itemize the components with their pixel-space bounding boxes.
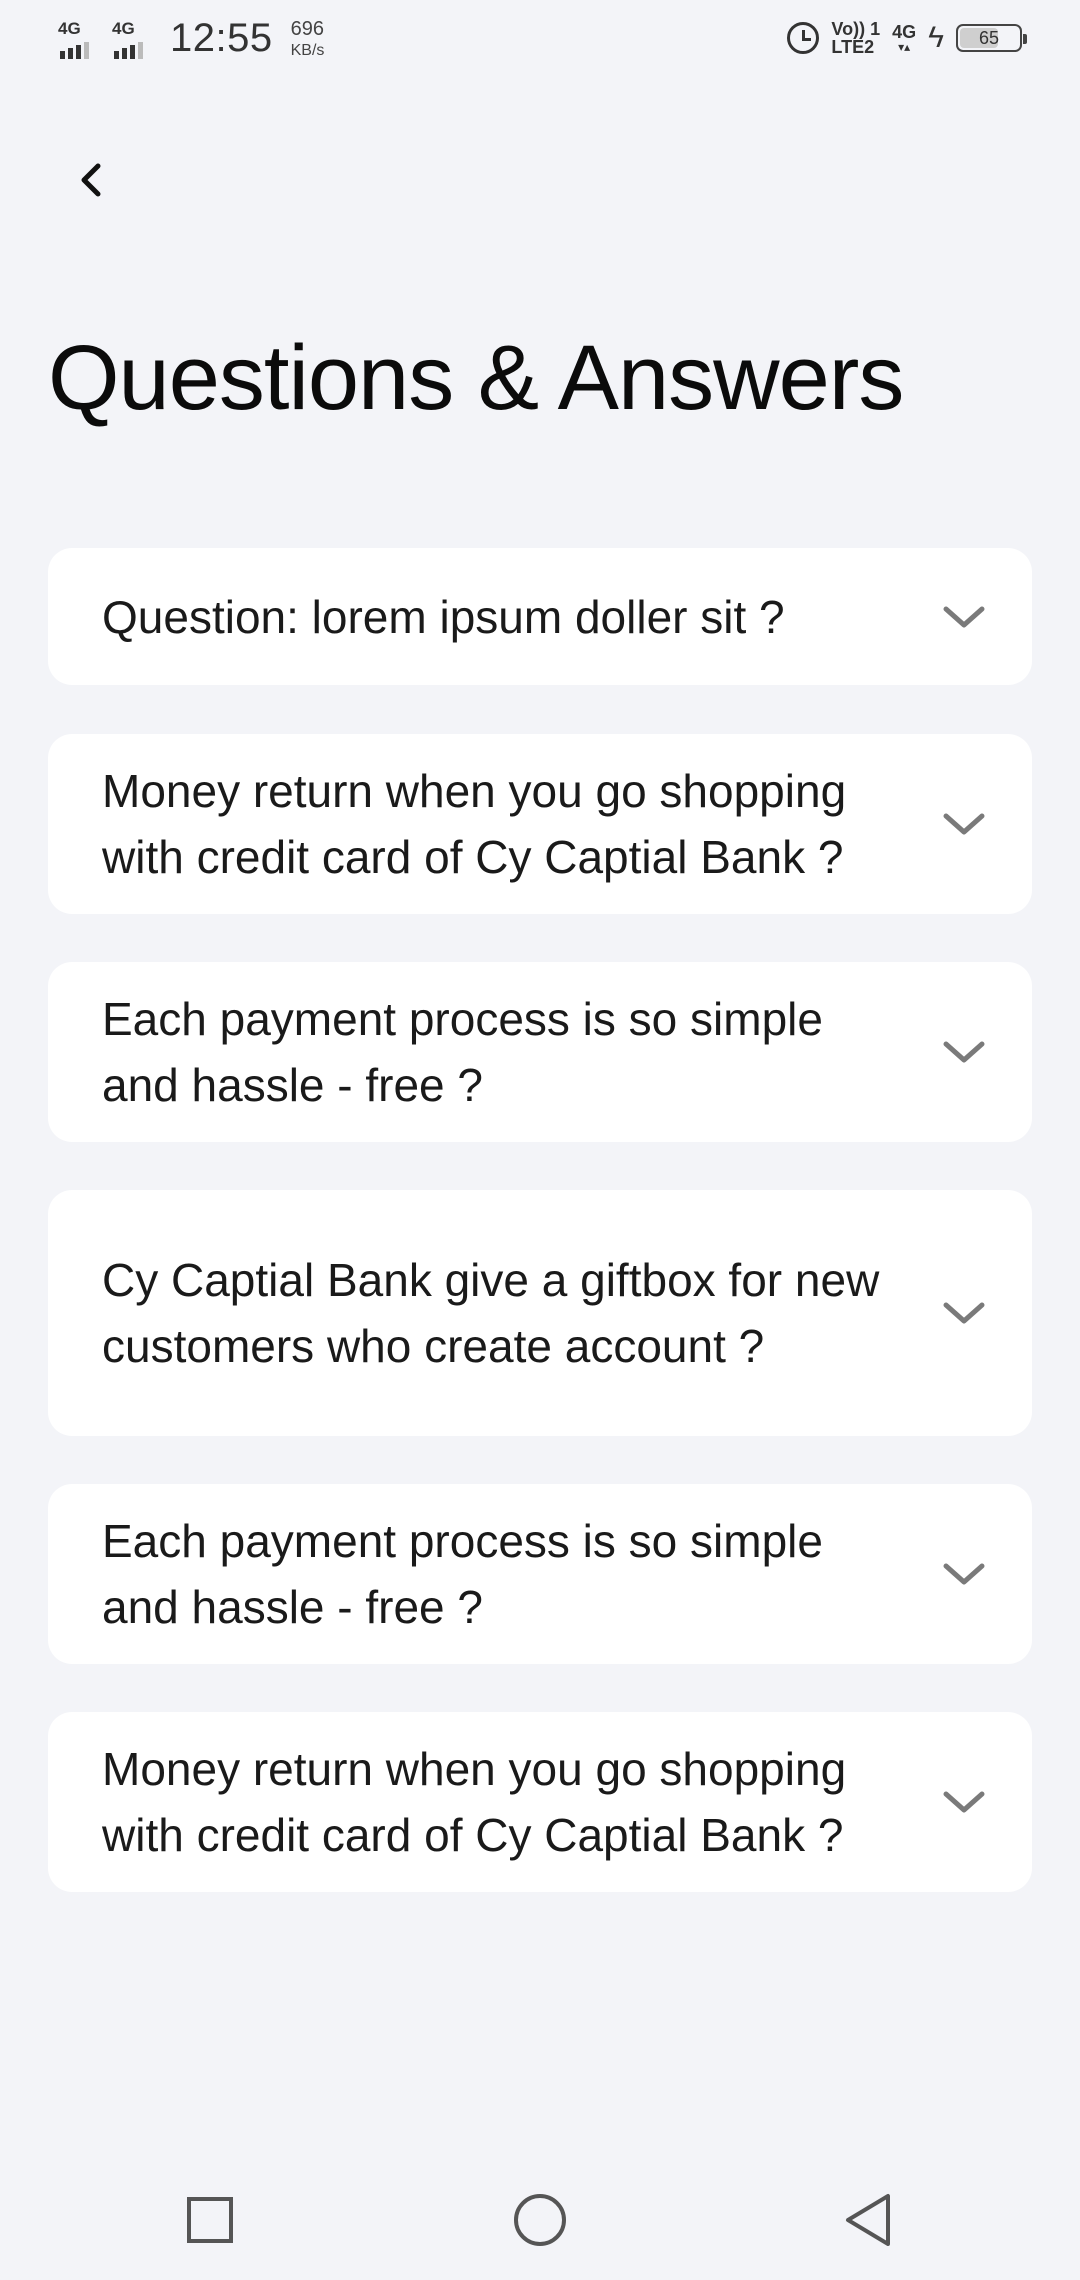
chevron-down-icon[interactable]	[940, 1778, 988, 1826]
battery-level: 65	[978, 27, 1000, 48]
status-bar: 4G 4G 12:55 696 KB/s Vo)) 1 LTE2 4G ▾▴ ϟ…	[0, 0, 1080, 84]
faq-question: Money return when you go shopping with c…	[102, 1743, 847, 1861]
sim1-signal-icon: 4G	[58, 17, 102, 61]
page-title: Questions & Answers	[48, 327, 904, 429]
square-icon	[187, 2197, 233, 2243]
network-speed: 696 KB/s	[291, 19, 325, 59]
chevron-left-icon	[81, 163, 101, 197]
volte-bottom: LTE2	[831, 37, 875, 57]
data-arrows-icon: ▾▴	[898, 40, 911, 54]
faq-item-4[interactable]: Cy Captial Bank give a giftbox for new c…	[48, 1190, 1032, 1436]
faq-question: Each payment process is so simple and ha…	[102, 993, 823, 1111]
network-speed-value: 696	[290, 17, 324, 40]
triangle-back-icon	[846, 2194, 890, 2246]
faq-item-5[interactable]: Each payment process is so simple and ha…	[48, 1484, 1032, 1664]
chevron-down-icon[interactable]	[940, 1550, 988, 1598]
chevron-down-icon[interactable]	[940, 800, 988, 848]
sim2-signal-icon: 4G	[112, 17, 156, 61]
faq-question: Question: lorem ipsum doller sit ?	[102, 590, 785, 643]
faq-item-2[interactable]: Money return when you go shopping with c…	[48, 734, 1032, 914]
volte-indicator: Vo)) 1 LTE2	[831, 20, 880, 56]
faq-item-6[interactable]: Money return when you go shopping with c…	[48, 1712, 1032, 1892]
chevron-down-icon[interactable]	[940, 1289, 988, 1337]
status-right: Vo)) 1 LTE2 4G ▾▴ ϟ 65	[787, 20, 1027, 56]
faq-question: Each payment process is so simple and ha…	[102, 1515, 823, 1633]
faq-question: Money return when you go shopping with c…	[102, 765, 847, 883]
home-button[interactable]	[508, 2188, 572, 2252]
alarm-icon	[787, 22, 820, 54]
chevron-down-icon[interactable]	[940, 1028, 988, 1076]
faq-item-1[interactable]: Question: lorem ipsum doller sit ?	[48, 548, 1032, 685]
back-button[interactable]	[60, 148, 124, 212]
faq-item-3[interactable]: Each payment process is so simple and ha…	[48, 962, 1032, 1142]
system-back-button[interactable]	[836, 2188, 900, 2252]
sim2-network-label: 4G	[112, 18, 135, 38]
network-4g-indicator: 4G ▾▴	[892, 23, 916, 53]
recent-apps-button[interactable]	[178, 2188, 242, 2252]
screen: 4G 4G 12:55 696 KB/s Vo)) 1 LTE2 4G ▾▴ ϟ…	[0, 0, 1080, 2280]
circle-icon	[514, 2194, 566, 2246]
volte-top: Vo)) 1	[831, 19, 881, 39]
faq-question: Cy Captial Bank give a giftbox for new c…	[102, 1254, 880, 1372]
sim1-network-label: 4G	[58, 18, 81, 38]
charging-bolt-icon: ϟ	[928, 21, 944, 54]
status-left: 4G 4G 12:55 696 KB/s	[58, 16, 324, 61]
battery-icon: 65	[956, 24, 1027, 52]
network-speed-unit: KB/s	[290, 41, 325, 59]
network-right-label: 4G	[892, 22, 917, 42]
status-time: 12:55	[170, 16, 273, 60]
chevron-down-icon[interactable]	[940, 593, 988, 641]
system-nav-bar	[0, 2160, 1080, 2280]
